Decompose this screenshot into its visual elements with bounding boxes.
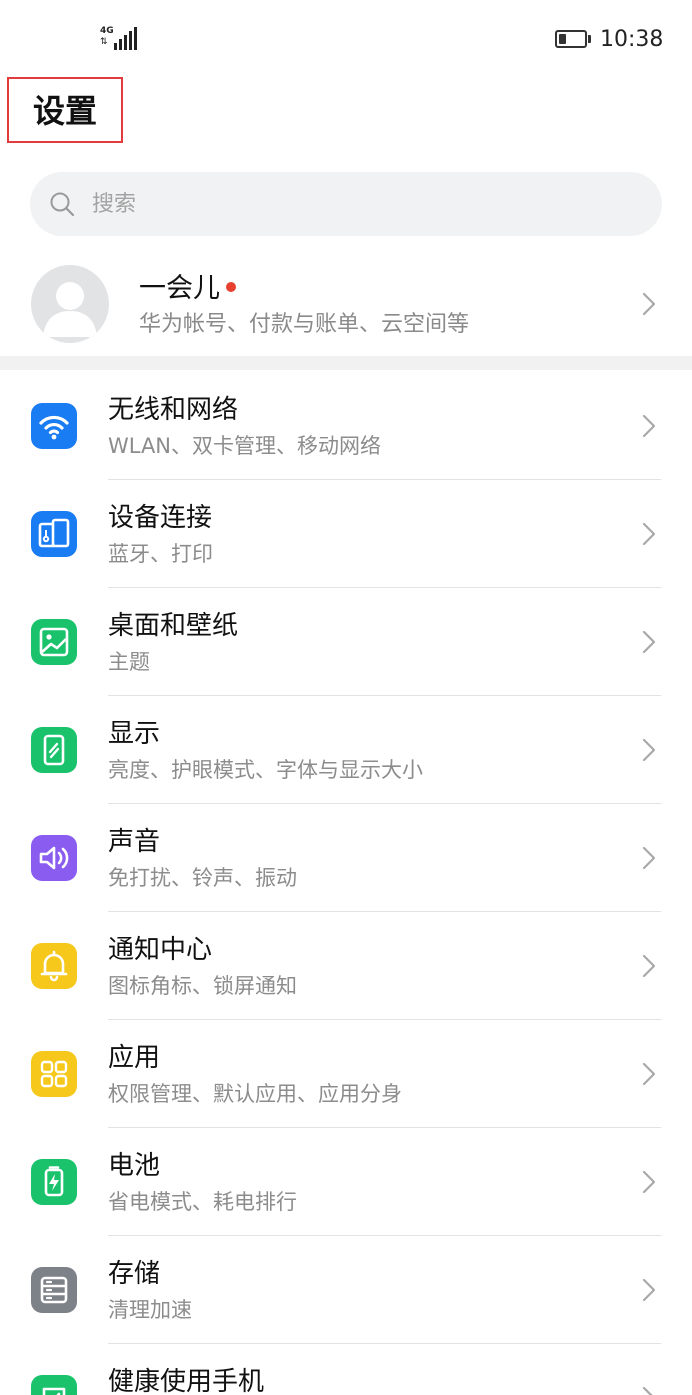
chevron-right-icon bbox=[642, 1278, 656, 1302]
network-type: 4G bbox=[100, 26, 114, 36]
menu-item-subtitle: 图标角标、锁屏通知 bbox=[108, 974, 297, 998]
sound-icon bbox=[31, 835, 77, 881]
menu-item-apps[interactable]: 应用 权限管理、默认应用、应用分身 bbox=[0, 1020, 692, 1128]
notification-dot bbox=[226, 282, 236, 292]
signal-bars-icon bbox=[114, 26, 138, 50]
menu-item-title: 桌面和壁纸 bbox=[108, 611, 239, 641]
account-subtitle: 华为帐号、付款与账单、云空间等 bbox=[139, 312, 470, 337]
search-input[interactable] bbox=[92, 184, 592, 224]
account-row[interactable]: 一会儿 华为帐号、付款与账单、云空间等 bbox=[0, 258, 692, 354]
chevron-right-icon bbox=[642, 1062, 656, 1086]
chevron-right-icon bbox=[642, 738, 656, 762]
wallpaper-icon bbox=[31, 619, 77, 665]
menu-item-title: 应用 bbox=[108, 1043, 161, 1073]
menu-item-title: 无线和网络 bbox=[108, 395, 239, 425]
menu-item-wireless-network[interactable]: 无线和网络 WLAN、双卡管理、移动网络 bbox=[0, 372, 692, 480]
menu-item-sound[interactable]: 声音 免打扰、铃声、振动 bbox=[0, 804, 692, 912]
account-name: 一会儿 bbox=[139, 273, 220, 304]
section-separator bbox=[0, 356, 692, 370]
wifi-icon bbox=[31, 403, 77, 449]
menu-item-notification-center[interactable]: 通知中心 图标角标、锁屏通知 bbox=[0, 912, 692, 1020]
chevron-right-icon bbox=[642, 522, 656, 546]
search-bar[interactable] bbox=[30, 172, 662, 236]
signal-indicator: 4G ⇅ bbox=[100, 26, 140, 52]
menu-item-subtitle: 主题 bbox=[108, 650, 150, 674]
menu-item-title: 声音 bbox=[108, 827, 161, 857]
apps-icon bbox=[31, 1051, 77, 1097]
search-icon bbox=[50, 192, 75, 217]
avatar bbox=[31, 265, 109, 343]
menu-item-battery[interactable]: 电池 省电模式、耗电排行 bbox=[0, 1128, 692, 1236]
storage-icon bbox=[31, 1267, 77, 1313]
menu-item-home-wallpaper[interactable]: 桌面和壁纸 主题 bbox=[0, 588, 692, 696]
menu-item-subtitle: 省电模式、耗电排行 bbox=[108, 1190, 297, 1214]
menu-item-title: 存储 bbox=[108, 1259, 161, 1289]
battery-icon bbox=[31, 1159, 77, 1205]
menu-item-display[interactable]: 显示 亮度、护眼模式、字体与显示大小 bbox=[0, 696, 692, 804]
status-clock: 10:38 bbox=[600, 27, 664, 52]
chevron-right-icon bbox=[642, 292, 656, 316]
default-avatar-icon bbox=[43, 282, 97, 337]
bell-icon bbox=[31, 943, 77, 989]
menu-item-digital-balance[interactable]: 健康使用手机 bbox=[0, 1344, 692, 1395]
health-icon bbox=[31, 1375, 77, 1395]
menu-item-title: 通知中心 bbox=[108, 935, 213, 965]
chevron-right-icon bbox=[642, 1386, 653, 1395]
menu-item-title: 设备连接 bbox=[108, 503, 213, 533]
menu-item-subtitle: 权限管理、默认应用、应用分身 bbox=[108, 1082, 402, 1106]
menu-item-subtitle: 免打扰、铃声、振动 bbox=[108, 866, 297, 890]
menu-item-subtitle: 亮度、护眼模式、字体与显示大小 bbox=[108, 758, 423, 782]
menu-item-subtitle: WLAN、双卡管理、移动网络 bbox=[108, 434, 382, 458]
battery-tip bbox=[588, 35, 591, 43]
chevron-right-icon bbox=[642, 630, 656, 654]
menu-item-subtitle: 蓝牙、打印 bbox=[108, 542, 213, 566]
display-icon bbox=[31, 727, 77, 773]
chevron-right-icon bbox=[642, 1170, 656, 1194]
status-bar: 4G ⇅ 10:38 bbox=[0, 0, 692, 80]
page-title: 设置 bbox=[33, 92, 98, 130]
chevron-right-icon bbox=[642, 954, 656, 978]
chevron-right-icon bbox=[642, 414, 656, 438]
menu-item-subtitle: 清理加速 bbox=[108, 1298, 192, 1322]
device-connection-icon bbox=[31, 511, 77, 557]
settings-screen: 4G ⇅ 10:38 设置 搜索 一会儿 华为帐号、付款与账单、云空间等 无线和… bbox=[0, 0, 692, 1395]
menu-item-device-connection[interactable]: 设备连接 蓝牙、打印 bbox=[0, 480, 692, 588]
account-name-row: 一会儿 bbox=[139, 270, 236, 308]
chevron-right-icon bbox=[642, 846, 656, 870]
menu-item-title: 显示 bbox=[108, 719, 161, 749]
menu-item-title: 电池 bbox=[108, 1151, 161, 1181]
menu-item-storage[interactable]: 存储 清理加速 bbox=[0, 1236, 692, 1344]
data-activity-icon: ⇅ bbox=[100, 37, 108, 47]
menu-item-title: 健康使用手机 bbox=[108, 1367, 265, 1395]
battery-level-fill bbox=[559, 34, 566, 44]
battery-icon bbox=[555, 30, 587, 48]
